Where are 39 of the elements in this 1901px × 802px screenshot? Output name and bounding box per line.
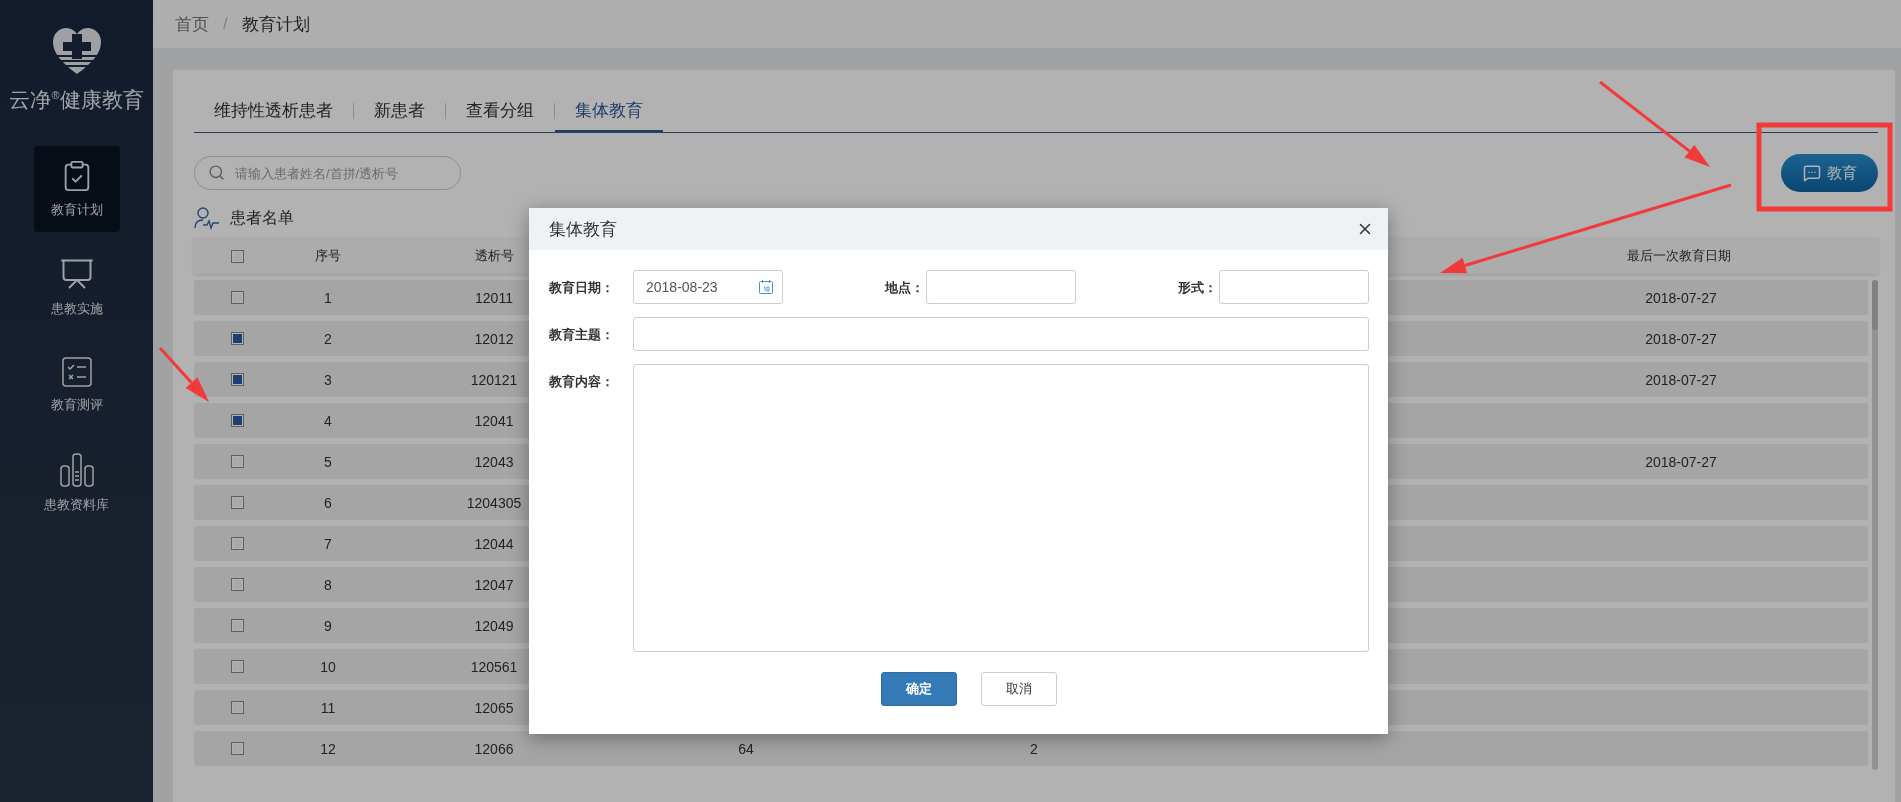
dialog-title: 集体教育: [549, 218, 617, 241]
table-cell: 2018-07-27: [1645, 330, 1717, 347]
column-header: 最后一次教育日期: [1627, 247, 1731, 265]
table-cell: 12011: [475, 289, 513, 306]
table-cell: 12049: [474, 617, 514, 634]
brand-name: 云净$^{®}$健康教育: [9, 87, 144, 113]
table-cell: 2018-07-27: [1645, 453, 1717, 470]
breadcrumb-item: 教育计划: [241, 13, 310, 36]
table-cell: 2018-07-27: [1645, 371, 1717, 388]
table-cell: 12: [320, 740, 336, 757]
table-cell: 4: [324, 412, 332, 429]
table-cell: 64: [738, 740, 754, 757]
list-title: 患者名单: [230, 207, 294, 228]
table-cell: 11: [320, 699, 336, 716]
table-cell: 12012: [474, 330, 514, 347]
table-cell: 12044: [474, 535, 514, 552]
table-cell: 1: [324, 289, 332, 306]
table-cell: 8: [324, 576, 332, 593]
table-cell: 9: [324, 617, 332, 634]
table-cell: 120561: [470, 658, 518, 675]
table-cell: 2018-07-27: [1645, 289, 1717, 306]
table-cell: 12043: [474, 453, 514, 470]
table-cell: 120121: [470, 371, 518, 388]
column-header: 透析号: [474, 247, 514, 265]
table-cell: 2: [324, 330, 332, 347]
table-cell: 6: [324, 494, 332, 511]
table-cell: 5: [324, 453, 332, 470]
table-cell: 10: [320, 658, 336, 675]
table-cell: 2: [1030, 740, 1038, 757]
table-cell: 12065: [474, 699, 514, 716]
dialog: 集体教育 教育日期： 2018-08-23 地点： 形式： 教育主题： 教育内容： 确定 取消: [529, 208, 1388, 734]
column-header: 序号: [315, 247, 341, 265]
table-cell: 3: [324, 371, 332, 388]
table-cell: 12047: [474, 576, 514, 593]
breadcrumb-separator: /: [223, 14, 228, 34]
table-cell: 1204305: [466, 494, 522, 511]
table-cell: 7: [324, 535, 332, 552]
table-cell: 12066: [474, 740, 514, 757]
table-cell: 12041: [474, 412, 514, 429]
